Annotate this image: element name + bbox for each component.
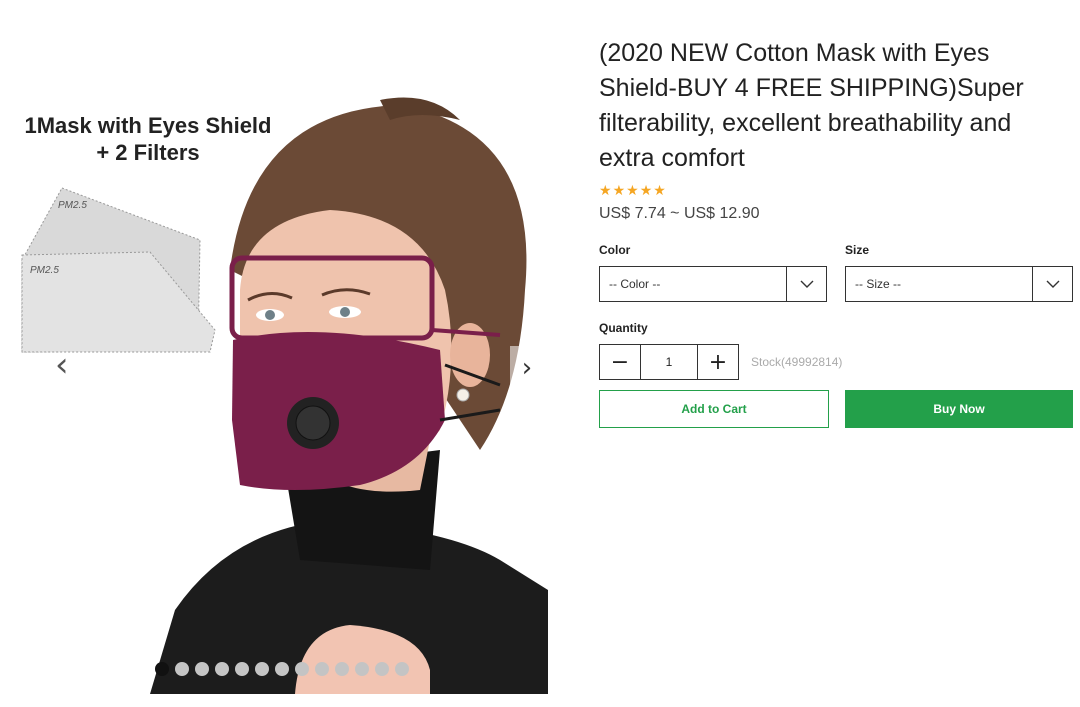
product-gallery: PM2.5 PM2.5 1Mask with Eyes Shield + 2 F… bbox=[0, 0, 560, 707]
svg-text:PM2.5: PM2.5 bbox=[58, 200, 87, 211]
gallery-dot[interactable] bbox=[335, 662, 349, 676]
gallery-dot[interactable] bbox=[195, 662, 209, 676]
purchase-actions: Add to Cart Buy Now bbox=[599, 390, 1073, 428]
gallery-dot[interactable] bbox=[395, 662, 409, 676]
star-icon: ★ bbox=[612, 183, 626, 199]
buy-now-button[interactable]: Buy Now bbox=[845, 390, 1073, 428]
next-image-icon[interactable]: › bbox=[510, 346, 544, 390]
quantity-row: − 1 + Stock(49992814) bbox=[599, 344, 1073, 380]
star-icon: ★ bbox=[626, 183, 639, 199]
gallery-dot[interactable] bbox=[255, 662, 269, 676]
color-select[interactable]: -- Color -- bbox=[599, 266, 827, 302]
gallery-dot[interactable] bbox=[375, 662, 389, 676]
decrease-quantity-button[interactable]: − bbox=[600, 345, 640, 379]
gallery-dot[interactable] bbox=[215, 662, 229, 676]
increase-quantity-button[interactable]: + bbox=[698, 345, 738, 379]
gallery-dot[interactable] bbox=[175, 662, 189, 676]
variant-options: Color -- Color -- Size -- Size -- bbox=[599, 243, 1073, 302]
color-option: Color -- Color -- bbox=[599, 243, 827, 302]
star-icon: ★ bbox=[653, 183, 666, 199]
size-label: Size bbox=[845, 243, 870, 257]
previous-image-icon[interactable]: ‹ bbox=[55, 348, 69, 382]
price-range: US$ 7.74 ~ US$ 12.90 bbox=[599, 205, 760, 222]
quantity-stepper: − 1 + bbox=[599, 344, 739, 380]
product-info: (2020 NEW Cotton Mask with Eyes Shield-B… bbox=[599, 36, 1073, 428]
size-option: Size -- Size -- bbox=[845, 243, 1073, 302]
promo-line-1: 1Mask with Eyes Shield bbox=[24, 113, 272, 138]
chevron-down-icon bbox=[1032, 267, 1072, 301]
add-to-cart-button[interactable]: Add to Cart bbox=[599, 390, 829, 428]
product-title: (2020 NEW Cotton Mask with Eyes Shield-B… bbox=[599, 39, 1024, 172]
gallery-dot[interactable] bbox=[355, 662, 369, 676]
chevron-down-icon bbox=[786, 267, 826, 301]
stock-count: Stock(49992814) bbox=[751, 355, 843, 369]
product-image[interactable]: PM2.5 PM2.5 bbox=[0, 90, 548, 694]
gallery-pagination bbox=[155, 662, 409, 676]
gallery-dot[interactable] bbox=[235, 662, 249, 676]
size-select-value: -- Size -- bbox=[855, 277, 901, 291]
quantity-input[interactable]: 1 bbox=[640, 345, 698, 379]
rating-stars: ★ ★ ★ ★ ★ bbox=[599, 184, 1073, 198]
quantity-label: Quantity bbox=[599, 321, 648, 335]
promo-line-2: + 2 Filters bbox=[96, 140, 200, 165]
product-page: PM2.5 PM2.5 1Mask with Eyes Shield + 2 F… bbox=[0, 0, 1080, 707]
gallery-dot[interactable] bbox=[315, 662, 329, 676]
svg-text:PM2.5: PM2.5 bbox=[30, 265, 59, 276]
gallery-dot[interactable] bbox=[295, 662, 309, 676]
color-select-value: -- Color -- bbox=[609, 277, 661, 291]
star-icon: ★ bbox=[599, 183, 612, 199]
color-label: Color bbox=[599, 243, 631, 257]
promo-caption: 1Mask with Eyes Shield + 2 Filters bbox=[8, 112, 288, 166]
star-icon: ★ bbox=[639, 183, 653, 199]
gallery-dot[interactable] bbox=[155, 662, 169, 676]
product-photo-illustration: PM2.5 PM2.5 bbox=[0, 90, 548, 694]
gallery-dot[interactable] bbox=[275, 662, 289, 676]
size-select[interactable]: -- Size -- bbox=[845, 266, 1073, 302]
